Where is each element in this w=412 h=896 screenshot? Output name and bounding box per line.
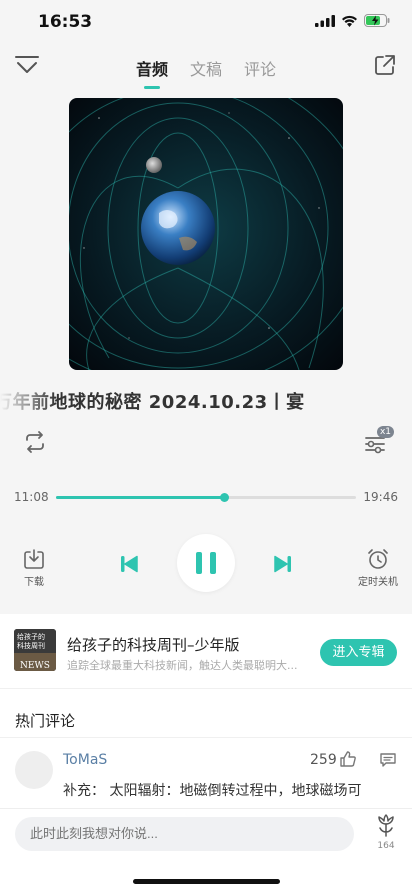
alarm-clock-icon — [368, 549, 388, 569]
title-fade-left — [0, 384, 56, 416]
share-icon[interactable] — [374, 54, 396, 76]
hot-comments-title: 热门评论 — [15, 712, 76, 730]
status-time: 16:53 — [38, 12, 93, 32]
download-label: 下载 — [24, 577, 44, 588]
current-time: 11:08 — [14, 490, 49, 504]
thumbs-up-icon[interactable] — [339, 750, 357, 768]
avatar[interactable] — [15, 751, 53, 789]
download-icon — [24, 549, 44, 569]
signal-icon — [315, 14, 335, 27]
flower-icon — [378, 814, 394, 837]
comment-like-count: 259 — [310, 752, 337, 768]
album-cover-image: 给孩子的科技周刊 NEWS — [14, 629, 56, 671]
title-fade-right — [356, 384, 412, 416]
download-button[interactable]: 下载 — [16, 548, 52, 588]
progress-slider[interactable] — [56, 493, 356, 502]
enter-album-button[interactable]: 进入专辑 — [320, 639, 397, 666]
pause-icon — [196, 552, 216, 574]
battery-charging-icon — [364, 14, 390, 27]
cover-art — [69, 98, 343, 370]
status-icons — [315, 14, 390, 27]
album-title[interactable]: 给孩子的科技周刊–少年版 — [67, 634, 240, 655]
svg-text:给孩子的: 给孩子的 — [17, 632, 45, 641]
pause-button[interactable] — [177, 534, 235, 592]
speed-badge: x1 — [376, 426, 394, 438]
next-icon[interactable] — [272, 553, 294, 575]
divider — [0, 737, 412, 738]
comment-username[interactable]: ToMaS — [63, 752, 107, 768]
prev-icon[interactable] — [118, 553, 140, 575]
tab-comments[interactable]: 评论 — [244, 56, 276, 80]
comment-input[interactable] — [15, 817, 354, 851]
flower-button[interactable]: 164 — [372, 814, 400, 851]
progress-knob[interactable] — [220, 493, 229, 502]
album-subtitle: 追踪全球最重大科技新闻，触达人类最聪明大... — [67, 659, 298, 672]
comment-text: 补充： 太阳辐射：地磁倒转过程中，地球磁场可 — [63, 783, 362, 799]
tab-bar: 音频 文稿 评论 — [0, 56, 412, 80]
svg-text:NEWS: NEWS — [20, 661, 50, 671]
wifi-icon — [342, 15, 357, 27]
home-indicator — [133, 879, 280, 884]
episode-title: 万年前地球的秘密 2024.10.23丨宴 — [0, 386, 412, 414]
divider — [0, 688, 412, 689]
tab-audio[interactable]: 音频 — [136, 56, 168, 80]
progress-fill — [56, 496, 224, 499]
timer-label: 定时关机 — [358, 577, 398, 588]
total-time: 19:46 — [363, 490, 398, 504]
svg-text:科技周刊: 科技周刊 — [17, 641, 45, 650]
tab-transcript[interactable]: 文稿 — [190, 56, 222, 80]
album-cover[interactable]: 给孩子的 科技周刊 NEWS — [14, 629, 56, 671]
equalizer-button[interactable]: x1 — [362, 426, 394, 454]
loop-icon[interactable] — [22, 430, 48, 454]
reply-icon[interactable] — [379, 752, 397, 768]
flower-count: 164 — [377, 841, 395, 851]
sleep-timer-button[interactable]: 定时关机 — [356, 548, 400, 588]
